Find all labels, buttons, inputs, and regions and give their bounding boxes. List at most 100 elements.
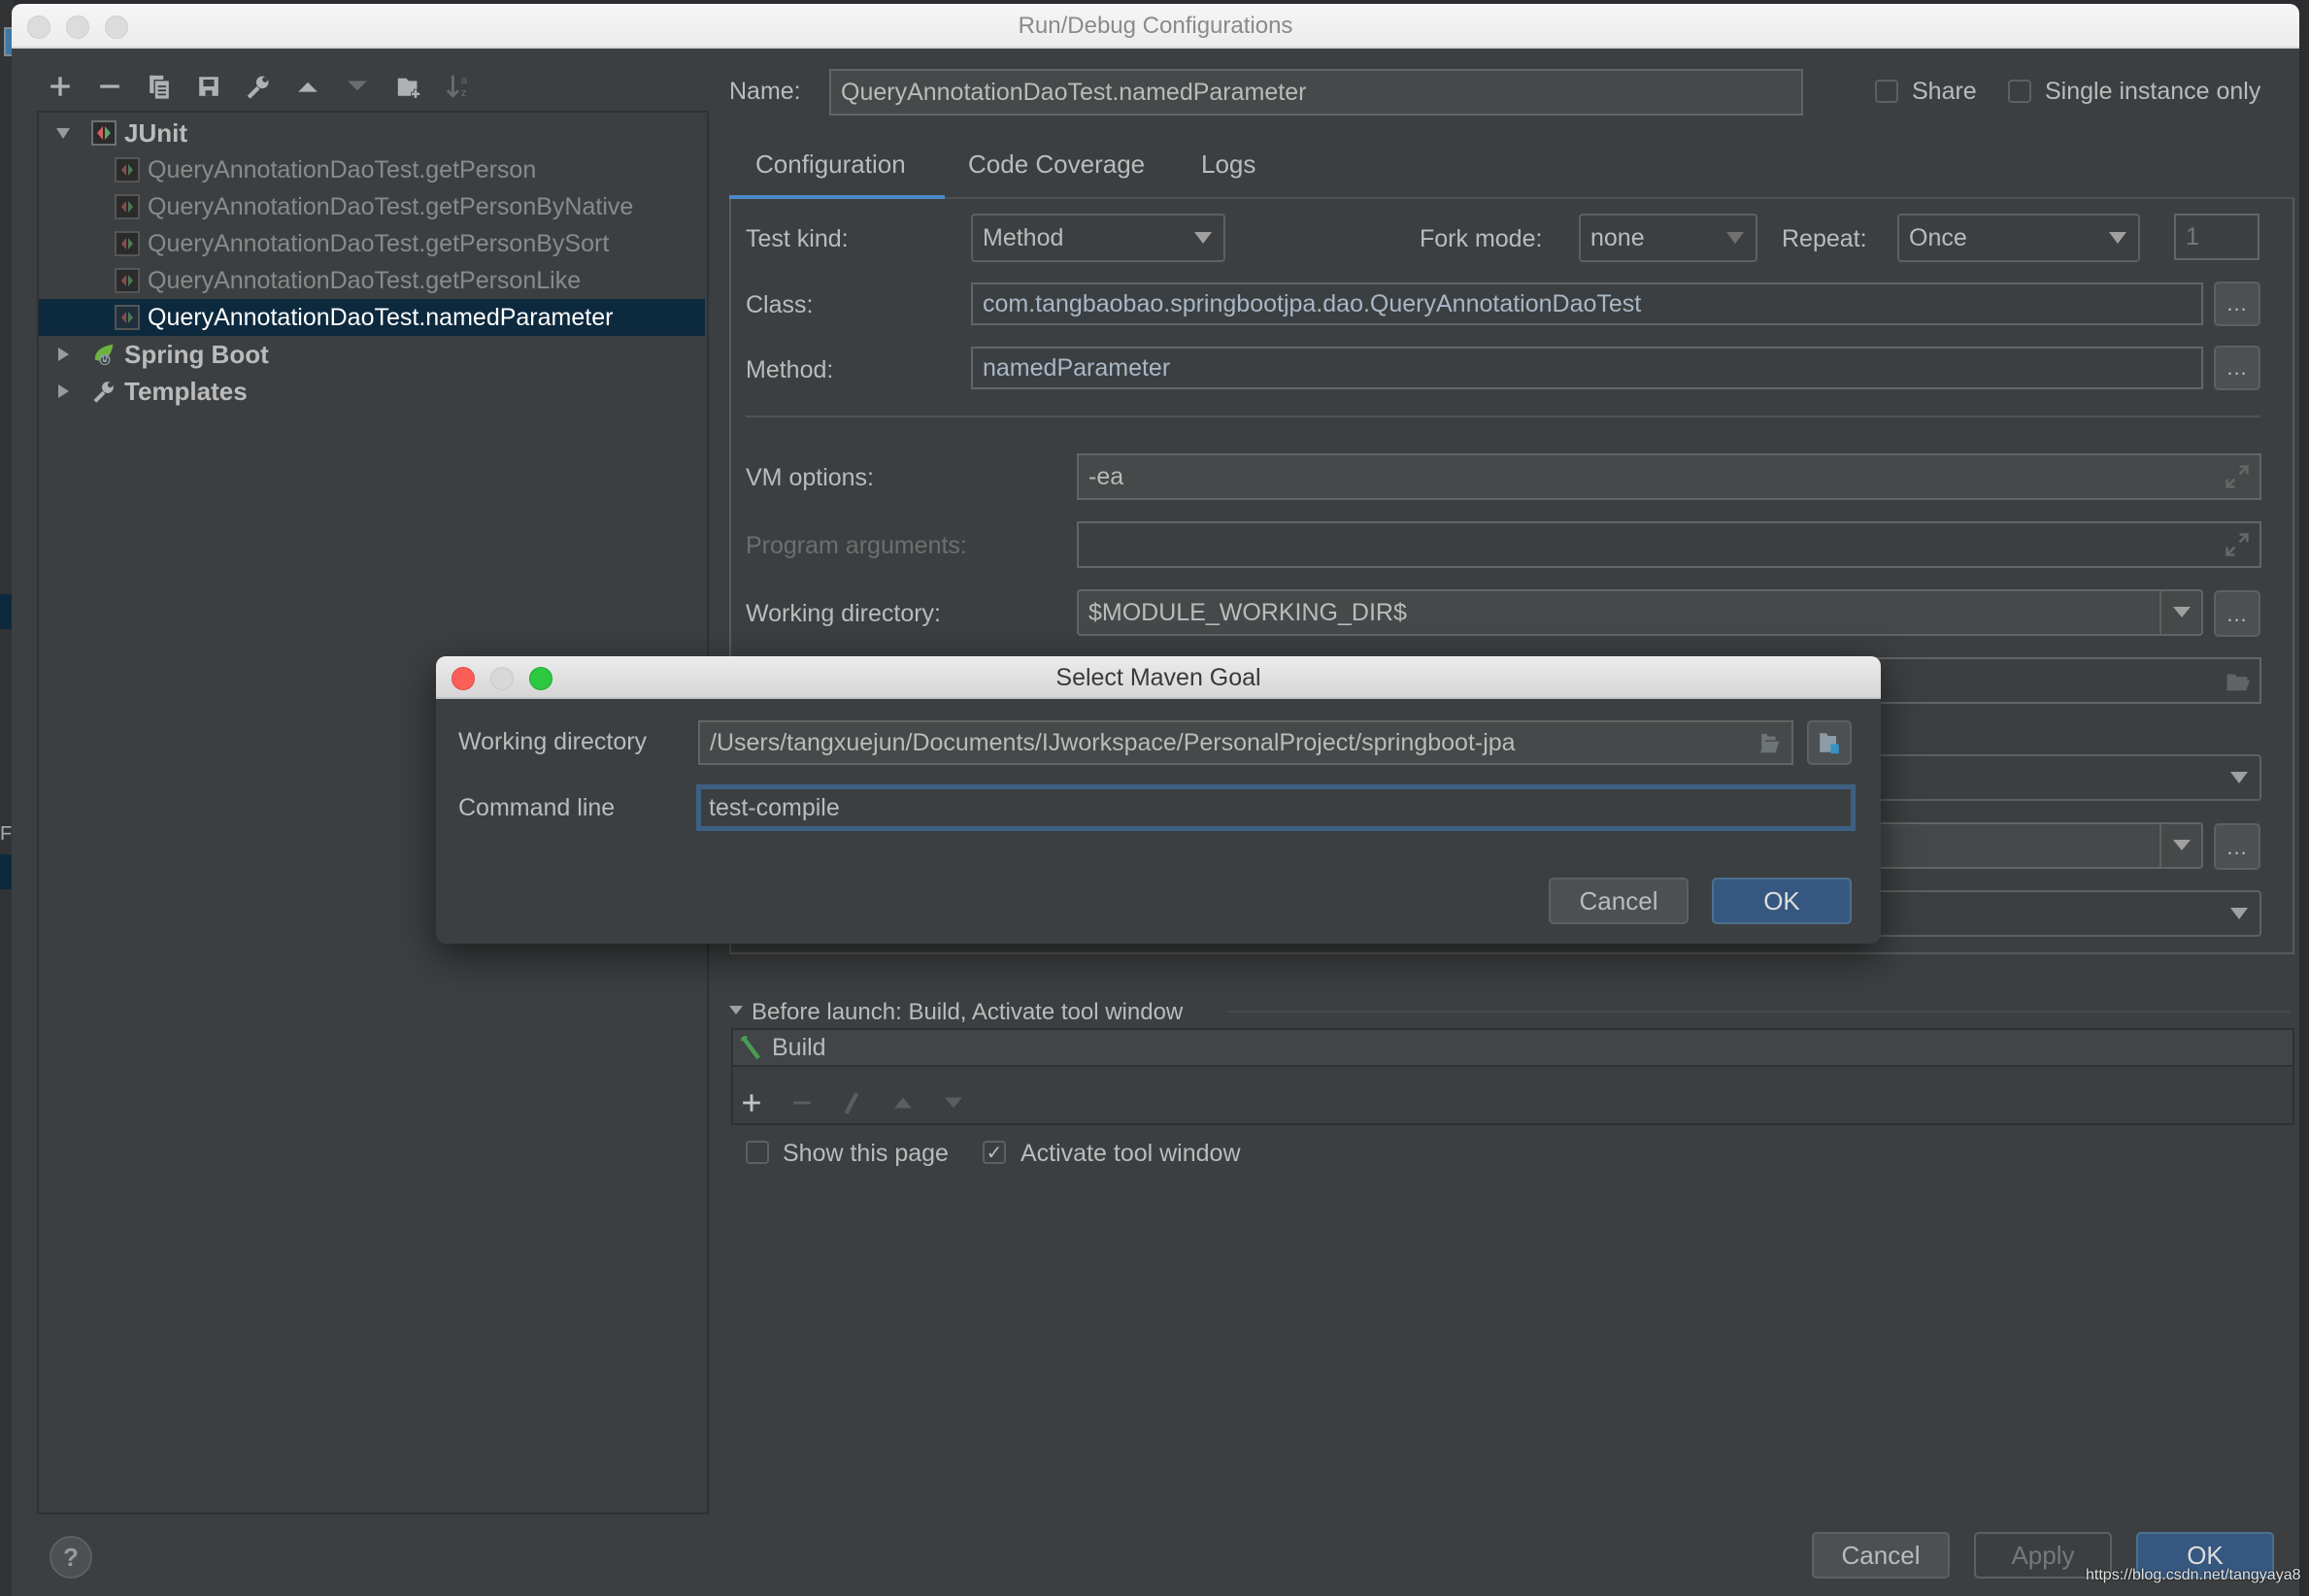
tab-configuration[interactable]: Configuration — [755, 150, 906, 180]
before-launch-item[interactable]: Build — [733, 1030, 2292, 1065]
cancel-button[interactable]: Cancel — [1812, 1532, 1950, 1579]
add-icon[interactable] — [738, 1089, 765, 1116]
command-line-input[interactable]: test-compile — [696, 784, 1856, 831]
vm-options-input[interactable]: -ea — [1077, 453, 2261, 500]
test-kind-value: Method — [983, 223, 1064, 251]
chevron-down-icon — [2230, 772, 2248, 783]
class-input[interactable]: com.tangbaobao.springbootjpa.dao.QueryAn… — [971, 283, 2203, 325]
share-checkbox[interactable] — [1875, 80, 1898, 103]
junit-test-icon — [115, 194, 140, 219]
tree-group-templates[interactable]: Templates — [39, 373, 705, 410]
edit-icon[interactable] — [839, 1089, 866, 1116]
collapse-arrow-icon[interactable] — [52, 344, 74, 365]
move-up-icon[interactable] — [291, 70, 324, 103]
maven-cancel-button[interactable]: Cancel — [1549, 878, 1689, 924]
svg-text:z: z — [461, 87, 467, 99]
name-input[interactable]: QueryAnnotationDaoTest.namedParameter — [829, 69, 1803, 116]
fork-mode-value: none — [1590, 223, 1645, 251]
wrench-icon[interactable] — [242, 70, 275, 103]
expand-icon[interactable] — [2225, 464, 2250, 489]
remove-icon[interactable] — [788, 1089, 816, 1116]
move-down-icon[interactable] — [940, 1089, 967, 1116]
tab-code-coverage[interactable]: Code Coverage — [968, 150, 1145, 180]
share-label: Share — [1912, 78, 1977, 105]
fork-mode-select[interactable]: none — [1579, 214, 1757, 262]
tree-item-selected[interactable]: QueryAnnotationDaoTest.namedParameter — [39, 299, 705, 336]
vm-options-value: -ea — [1088, 462, 1124, 490]
folder-icon[interactable] — [2225, 668, 2250, 693]
sort-alpha-icon[interactable]: az — [442, 70, 475, 103]
tree-group-spring-boot[interactable]: Spring Boot — [39, 336, 705, 373]
junit-test-icon — [115, 231, 140, 256]
help-button[interactable]: ? — [50, 1536, 92, 1579]
class-label: Class: — [746, 291, 814, 318]
collapse-arrow-icon[interactable] — [729, 1006, 743, 1014]
tab-logs[interactable]: Logs — [1201, 150, 1255, 180]
chevron-down-icon — [1726, 232, 1744, 244]
method-input[interactable]: namedParameter — [971, 347, 2203, 389]
working-directory-dropdown[interactable] — [2159, 591, 2202, 634]
name-label: Name: — [729, 78, 801, 105]
module-folder-icon — [1820, 733, 1839, 754]
show-this-page-checkbox[interactable] — [746, 1141, 769, 1164]
collapse-arrow-icon[interactable] — [52, 381, 74, 402]
select-module-button[interactable] — [1807, 720, 1852, 765]
command-line-value: test-compile — [709, 793, 840, 821]
chevron-down-icon — [1194, 232, 1212, 244]
before-launch-header: Before launch: Build, Activate tool wind… — [752, 999, 1184, 1025]
new-folder-icon[interactable] — [392, 70, 425, 103]
add-icon[interactable] — [44, 70, 77, 103]
name-value: QueryAnnotationDaoTest.namedParameter — [841, 78, 1307, 106]
activate-tool-window-label: Activate tool window — [1021, 1140, 1241, 1167]
tree-label: Templates — [124, 376, 248, 406]
hidden-browse-button[interactable]: ... — [2214, 823, 2260, 870]
method-browse-button[interactable]: ... — [2214, 346, 2260, 390]
single-instance-label: Single instance only — [2045, 78, 2261, 105]
background-selection — [0, 854, 12, 889]
tree-item[interactable]: QueryAnnotationDaoTest.getPerson — [39, 151, 705, 188]
svg-text:a: a — [461, 75, 468, 86]
select-maven-goal-dialog: Select Maven Goal Working directory /Use… — [436, 656, 1881, 944]
activate-tool-window-checkbox[interactable]: ✓ — [983, 1141, 1006, 1164]
move-down-icon[interactable] — [341, 70, 374, 103]
tree-label: QueryAnnotationDaoTest.getPersonByNative — [148, 192, 634, 220]
method-label: Method: — [746, 356, 834, 383]
test-kind-select[interactable]: Method — [971, 214, 1225, 262]
dialog-title: Select Maven Goal — [1055, 664, 1261, 691]
method-value: namedParameter — [983, 353, 1171, 382]
working-directory-browse-button[interactable]: ... — [2214, 590, 2260, 637]
background-text: F — [0, 823, 13, 845]
move-up-icon[interactable] — [889, 1089, 917, 1116]
watermark: https://blog.csdn.net/tangyaya8 — [2086, 1567, 2301, 1583]
separator — [1227, 1011, 2291, 1013]
test-kind-label: Test kind: — [746, 225, 849, 252]
expand-arrow-icon[interactable] — [52, 122, 74, 144]
maven-ok-button[interactable]: OK — [1712, 878, 1852, 924]
tree-label: QueryAnnotationDaoTest.getPersonLike — [148, 266, 582, 294]
tree-group-junit[interactable]: JUnit — [39, 115, 705, 151]
working-directory-input[interactable]: $MODULE_WORKING_DIR$ — [1077, 589, 2203, 636]
program-arguments-input[interactable] — [1077, 521, 2261, 568]
tree-item[interactable]: QueryAnnotationDaoTest.getPersonBySort — [39, 225, 705, 262]
repeat-count-input[interactable]: 1 — [2174, 214, 2259, 260]
copy-icon[interactable] — [143, 70, 176, 103]
wrench-icon — [91, 379, 117, 404]
tree-label: QueryAnnotationDaoTest.namedParameter — [148, 303, 614, 331]
repeat-label: Repeat: — [1782, 225, 1867, 252]
save-icon[interactable] — [192, 70, 225, 103]
class-browse-button[interactable]: ... — [2214, 282, 2260, 326]
tree-item[interactable]: QueryAnnotationDaoTest.getPersonByNative — [39, 188, 705, 225]
repeat-value: Once — [1909, 223, 1967, 251]
hidden-combo-dropdown[interactable] — [2159, 824, 2202, 867]
remove-icon[interactable] — [93, 70, 126, 103]
folder-icon[interactable] — [1757, 730, 1782, 755]
maven-working-directory-label: Working directory — [458, 728, 648, 755]
tree-item[interactable]: QueryAnnotationDaoTest.getPersonLike — [39, 262, 705, 299]
chevron-down-icon — [2230, 908, 2248, 919]
working-directory-value: $MODULE_WORKING_DIR$ — [1088, 598, 1407, 626]
single-instance-checkbox[interactable] — [2008, 80, 2031, 103]
maven-working-directory-input[interactable]: /Users/tangxuejun/Documents/IJworkspace/… — [698, 720, 1793, 765]
expand-icon[interactable] — [2225, 532, 2250, 557]
junit-test-icon — [115, 305, 140, 330]
repeat-select[interactable]: Once — [1897, 214, 2140, 262]
